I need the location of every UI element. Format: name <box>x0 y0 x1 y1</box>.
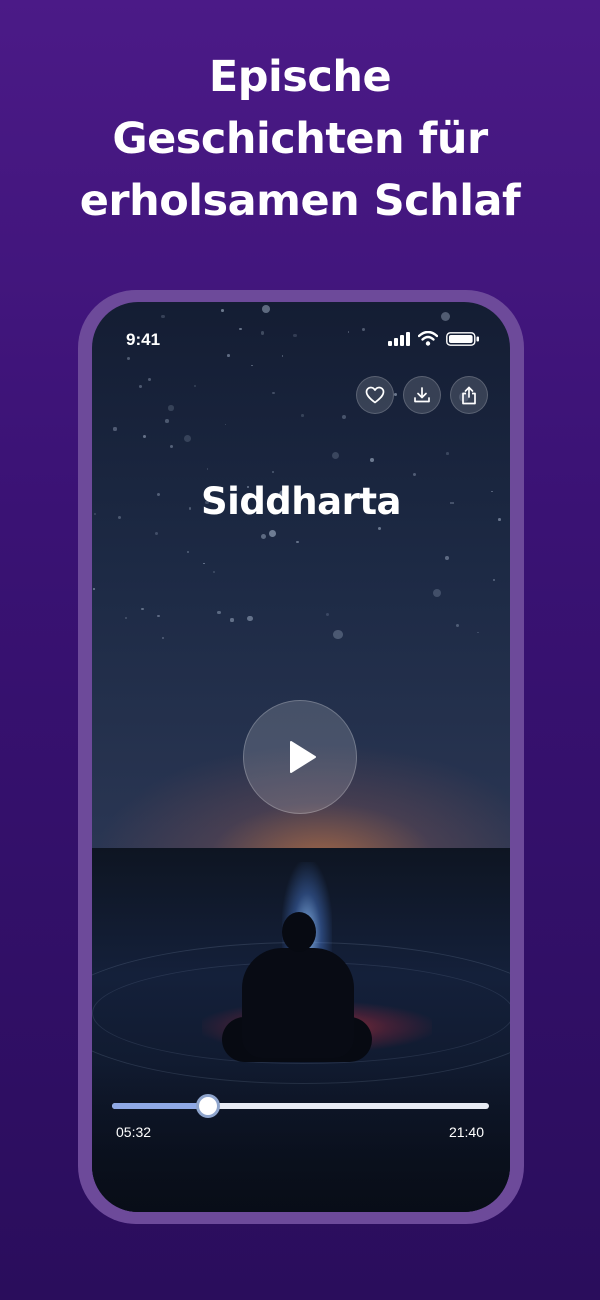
star <box>492 578 496 582</box>
star <box>155 532 159 536</box>
star <box>165 419 169 423</box>
star <box>361 328 365 332</box>
star <box>126 357 130 361</box>
star <box>139 384 143 388</box>
star <box>206 468 209 470</box>
star <box>455 624 459 628</box>
star <box>477 631 479 634</box>
elapsed-time: 05:32 <box>116 1124 152 1140</box>
total-time: 21:40 <box>448 1124 484 1140</box>
favorite-button[interactable] <box>356 376 394 414</box>
headline-line-2: Geschichten für <box>112 114 488 164</box>
star <box>239 328 242 331</box>
star <box>369 457 374 462</box>
progress-track[interactable] <box>112 1094 489 1118</box>
headline: Epische Geschichten für erholsamen Schla… <box>0 46 600 232</box>
star <box>296 540 299 544</box>
share-icon <box>462 386 476 404</box>
star <box>444 556 449 560</box>
star <box>230 618 234 622</box>
star <box>272 391 275 395</box>
person-silhouette-body <box>242 948 354 1058</box>
star <box>113 427 117 431</box>
star <box>251 364 254 367</box>
headline-line-3: erholsamen Schlaf <box>79 176 521 226</box>
star <box>440 311 451 322</box>
star <box>217 610 221 614</box>
star <box>221 309 224 313</box>
star <box>341 415 346 420</box>
download-icon <box>414 387 430 403</box>
heart-icon <box>365 386 385 404</box>
star <box>161 637 165 640</box>
progress-fill <box>112 1103 209 1109</box>
status-time: 9:41 <box>126 330 161 349</box>
star <box>169 444 174 449</box>
star <box>246 615 253 622</box>
star <box>141 607 144 611</box>
play-button[interactable] <box>243 700 357 814</box>
star <box>227 354 231 358</box>
star <box>325 612 330 616</box>
star <box>378 526 382 530</box>
star <box>281 355 284 357</box>
star <box>147 378 151 382</box>
battery-icon <box>446 332 479 346</box>
star <box>412 472 417 477</box>
star <box>332 451 340 460</box>
person-silhouette-head <box>282 912 316 952</box>
star <box>168 405 174 411</box>
star <box>161 314 165 319</box>
star <box>347 331 350 333</box>
star <box>93 588 96 591</box>
progress-knob[interactable] <box>196 1094 221 1118</box>
star <box>262 304 270 313</box>
star <box>124 616 128 620</box>
star <box>142 434 146 438</box>
star <box>261 533 267 539</box>
star <box>271 470 274 473</box>
star <box>260 331 265 335</box>
star <box>293 333 297 337</box>
star <box>446 452 449 455</box>
star <box>202 562 205 565</box>
star <box>187 551 190 554</box>
wifi-icon <box>418 331 438 346</box>
headline-line-1: Epische <box>208 52 392 102</box>
star <box>183 434 191 443</box>
signal-icon <box>388 332 410 346</box>
play-icon <box>290 741 316 773</box>
story-title: Siddharta <box>200 480 402 523</box>
phone-screen: 9:41 Siddharta 05:32 21:40 <box>92 302 510 1212</box>
star <box>193 384 196 388</box>
download-button[interactable] <box>403 376 441 414</box>
star <box>213 570 216 573</box>
star <box>157 614 160 618</box>
star <box>333 630 343 640</box>
share-button[interactable] <box>450 376 488 414</box>
star <box>394 392 398 396</box>
star <box>432 588 441 597</box>
status-icons <box>370 331 480 346</box>
star <box>301 414 304 417</box>
star <box>269 529 277 537</box>
bottom-fade <box>92 1062 510 1212</box>
star <box>224 423 227 426</box>
